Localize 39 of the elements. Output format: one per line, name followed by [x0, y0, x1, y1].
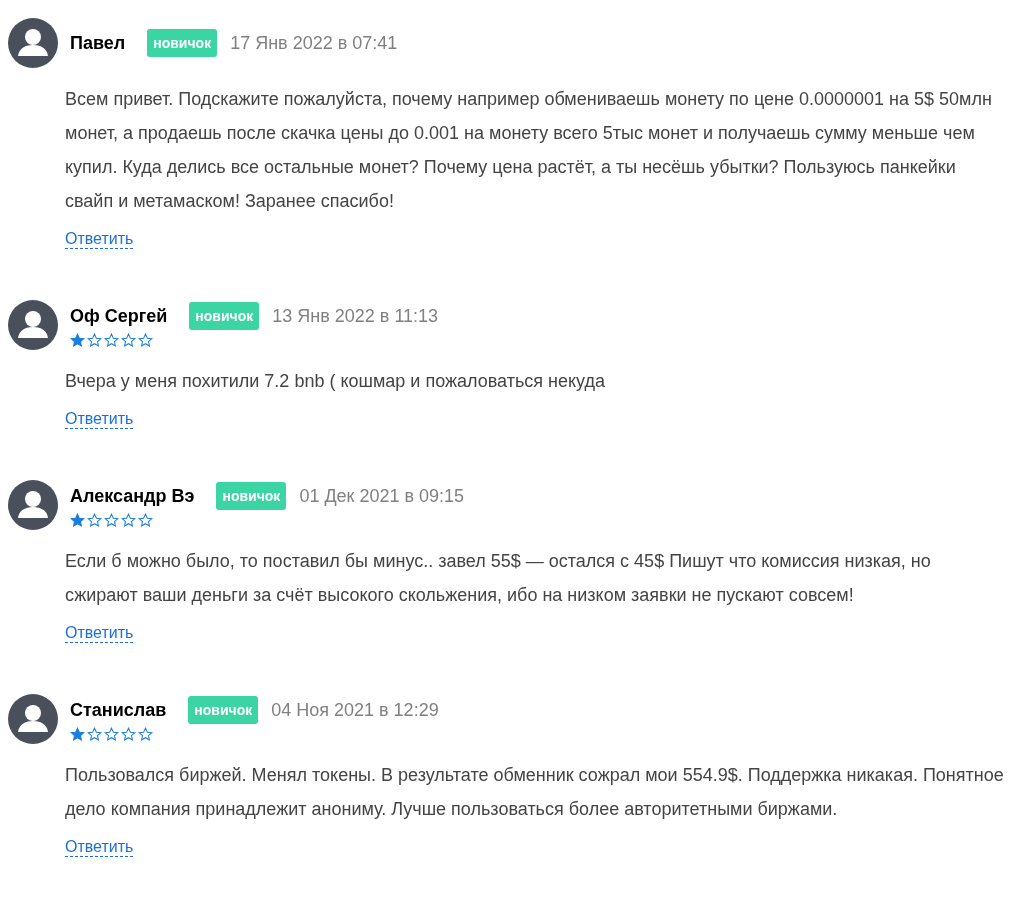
author-name: Александр Вэ: [70, 485, 195, 507]
comment-text: Всем привет. Подскажите пожалуйста, почему например обмениваешь монету по цене 0.0000001 на 5$ 50млн монет, а продаешь после скачка цены до 0.001 на монету всего 5тыс монет и получаешь сумму меньше чем купил. Куда делись все остальные монет? Почему цена растёт, а ты несёшь убытки? Пользуюсь панкейки свайп и метамаском! Заранее спасибо!: [65, 88, 993, 213]
empty-star-icon: [138, 726, 153, 742]
author-name: Станислав: [70, 699, 167, 721]
comment-date: 04 Ноя 2021 в 12:29: [271, 699, 439, 721]
comment-date: 17 Янв 2022 в 07:41: [230, 32, 398, 54]
empty-star-icon: [121, 512, 136, 528]
reply-link[interactable]: Ответить: [65, 230, 134, 249]
rank-badge: новичок: [147, 29, 218, 57]
empty-star-icon: [87, 512, 102, 528]
filled-star-icon: [70, 726, 85, 742]
rank-badge: новичок: [216, 482, 287, 510]
author-name: Оф Сергей: [70, 305, 168, 327]
empty-star-icon: [138, 512, 153, 528]
empty-star-icon: [121, 332, 136, 348]
rank-badge: новичок: [189, 302, 260, 330]
rank-badge: новичок: [188, 696, 259, 724]
comment-date: 13 Янв 2022 в 11:13: [272, 305, 439, 327]
comment-text: Пользовался биржей. Менял токены. В результате обменник сожрал мои 554.9$. Поддержка никакая. Понятное дело компания принадлежит анониму. Лучше пользоваться более авторитетными биржами.: [65, 764, 1005, 821]
reply-link[interactable]: Ответить: [65, 838, 134, 857]
empty-star-icon: [87, 332, 102, 348]
avatar-icon: [8, 694, 58, 744]
empty-star-icon: [87, 726, 102, 742]
author-name: Павел: [70, 32, 126, 54]
avatar-icon: [8, 300, 58, 350]
avatar-icon: [8, 18, 58, 68]
empty-star-icon: [121, 726, 136, 742]
empty-star-icon: [104, 726, 119, 742]
comment-date: 01 Дек 2021 в 09:15: [299, 485, 465, 507]
empty-star-icon: [104, 332, 119, 348]
reply-link[interactable]: Ответить: [65, 624, 134, 643]
filled-star-icon: [70, 332, 85, 348]
empty-star-icon: [138, 332, 153, 348]
empty-star-icon: [104, 512, 119, 528]
avatar-icon: [8, 480, 58, 530]
reply-link[interactable]: Ответить: [65, 410, 134, 429]
comment-text: Если б можно было, то поставил бы минус.. завел 55$ — остался с 45$ Пишут что комиссия низкая, но сжирают ваши деньги за счёт высокого скольжения, ибо на низком заявки не пускают совсем!: [65, 550, 932, 607]
comment-text: Вчера у меня похитили 7.2 bnb ( кошмар и пожаловаться некуда: [65, 370, 606, 393]
filled-star-icon: [70, 512, 85, 528]
